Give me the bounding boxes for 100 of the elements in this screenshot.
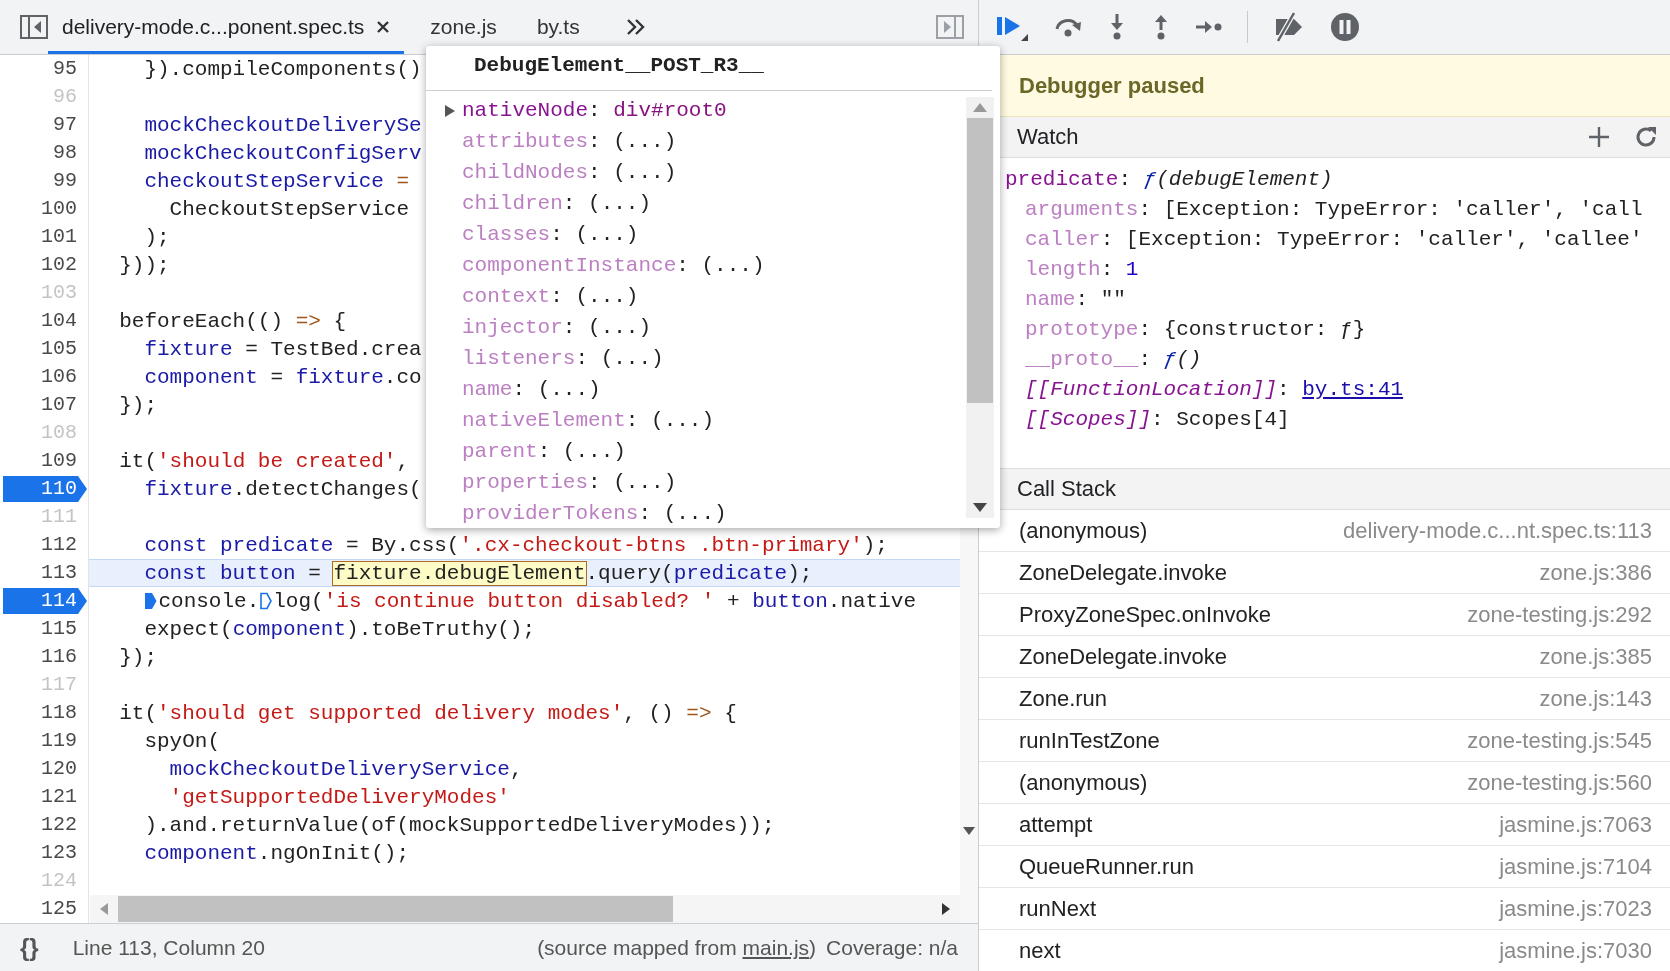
breakpoint-marker-icon[interactable] [260, 592, 273, 610]
watch-entry[interactable]: [[FunctionLocation]]: by.ts:41 [1025, 374, 1404, 404]
line-number: 122 [40, 812, 78, 838]
watch-entry[interactable]: length: 1 [1025, 254, 1139, 284]
more-tabs-icon[interactable] [625, 18, 646, 36]
call-frame[interactable]: (anonymous) zone-testing.js:560 [979, 762, 1670, 804]
add-icon[interactable] [1588, 126, 1610, 148]
watch-entry[interactable]: [[Scopes]]: Scopes[4] [1025, 404, 1290, 434]
code-text: spyOn( [143, 729, 221, 753]
frame-location: jasmine.js:7063 [1499, 811, 1652, 838]
call-frame[interactable]: next jasmine.js:7030 [979, 930, 1670, 971]
line-number: 124 [40, 868, 78, 894]
pause-icon[interactable] [1330, 12, 1360, 42]
function-name: (anonymous) [1019, 517, 1148, 544]
object-property[interactable]: properties: (...) [462, 471, 677, 494]
line-number: 119 [40, 728, 78, 754]
file-tab[interactable]: delivery-mode.c...ponent.spec.ts [48, 0, 405, 54]
watch-entry[interactable]: prototype: {constructor: ƒ} [1025, 314, 1366, 344]
section-title: Watch [1017, 124, 1079, 150]
source-link[interactable]: main.js [742, 935, 810, 959]
object-property[interactable]: context: (...) [462, 285, 639, 308]
watch-entry[interactable]: __proto__: ƒ() [1025, 344, 1202, 374]
code-text: ).and.returnValue(of(mockSupportedDeliveryModes)); [143, 813, 775, 837]
cursor-position: Line 113, Column 20 [72, 935, 265, 960]
call-frame[interactable]: ZoneDelegate.invoke zone.js:386 [979, 552, 1670, 594]
expand-triangle-icon[interactable] [444, 103, 456, 118]
line-number: 103 [40, 280, 78, 306]
object-property[interactable]: name: (...) [462, 378, 601, 401]
function-name: QueueRunner.run [1019, 853, 1194, 880]
line-number: 97 [52, 112, 78, 138]
object-property[interactable]: parent: (...) [462, 440, 626, 463]
line-number: 107 [40, 392, 78, 418]
watch-entry[interactable]: name: "" [1025, 284, 1126, 314]
frame-location: zone.js:143 [1539, 685, 1652, 712]
function-name: attempt [1019, 811, 1093, 838]
scrollbar-thumb[interactable] [118, 896, 673, 922]
object-property[interactable]: classes: (...) [462, 223, 639, 246]
line-number: 113 [40, 560, 78, 586]
pretty-print-button[interactable]: {} [20, 933, 39, 962]
object-property[interactable]: providerTokens: (...) [462, 502, 727, 525]
watch-entry[interactable]: predicate: ƒ(debugElement) [1005, 164, 1333, 194]
watch-entry[interactable]: caller: [Exception: TypeError: 'caller', 'callee' [1025, 224, 1643, 254]
call-frame[interactable]: Zone.run zone.js:143 [979, 678, 1670, 720]
scroll-left-icon[interactable] [100, 903, 108, 915]
line-number: 96 [52, 84, 78, 110]
line-number: 95 [52, 56, 78, 82]
line-number: 116 [40, 644, 78, 670]
close-icon[interactable] [376, 20, 391, 34]
code-text: const predicate = By.css('.cx-checkout-btns .btn-primary'); [143, 533, 888, 557]
call-frame[interactable]: runInTestZone zone-testing.js:545 [979, 720, 1670, 762]
code-text: mockCheckoutConfigServ [143, 141, 422, 165]
scroll-down-icon[interactable] [973, 503, 987, 512]
code-text: it('should be created', [118, 449, 410, 473]
object-property[interactable]: attributes: (...) [462, 130, 677, 153]
line-number: 114 [3, 588, 87, 614]
line-number: 106 [40, 364, 78, 390]
call-frame[interactable]: attempt jasmine.js:7063 [979, 804, 1670, 846]
frame-location: zone-testing.js:560 [1467, 769, 1652, 796]
scroll-right-icon[interactable] [942, 903, 950, 915]
code-text: checkoutStepService = [143, 169, 410, 193]
line-number: 117 [40, 672, 78, 698]
code-text: })); [118, 253, 170, 277]
function-name: (anonymous) [1019, 769, 1148, 796]
refresh-icon[interactable] [1634, 125, 1658, 149]
call-frame[interactable]: QueueRunner.run jasmine.js:7104 [979, 846, 1670, 888]
object-property[interactable]: nativeElement: (...) [462, 409, 715, 432]
call-frame[interactable]: runNext jasmine.js:7023 [979, 888, 1670, 930]
code-text: it('should get supported delivery modes', () => { [118, 701, 737, 725]
line-number: 110 [3, 476, 87, 502]
scrollbar-thumb[interactable] [967, 118, 993, 403]
object-property[interactable]: childNodes: (...) [462, 161, 677, 184]
object-property[interactable]: children: (...) [462, 192, 652, 215]
frame-location: jasmine.js:7030 [1499, 937, 1652, 964]
object-property[interactable]: componentInstance: (...) [462, 254, 765, 277]
function-name: next [1019, 937, 1061, 964]
line-number: 108 [40, 420, 78, 446]
call-frame[interactable]: ZoneDelegate.invoke zone.js:385 [979, 636, 1670, 678]
frame-location: zone.js:386 [1539, 559, 1652, 586]
object-property[interactable]: listeners: (...) [462, 347, 664, 370]
object-property[interactable]: nativeNode: div#root0 [462, 99, 727, 122]
line-number: 115 [40, 616, 78, 642]
object-property[interactable]: injector: (...) [462, 316, 652, 339]
line-number: 123 [40, 840, 78, 866]
horizontal-scrollbar[interactable] [90, 895, 960, 923]
source-link[interactable]: by.ts:41 [1302, 377, 1404, 401]
popover-scrollbar[interactable] [966, 97, 994, 518]
sidebar-toggle-icon[interactable] [20, 15, 48, 39]
line-number: 118 [40, 700, 78, 726]
line-number: 111 [40, 504, 78, 530]
watch-entry[interactable]: arguments: [Exception: TypeError: 'caller', 'call [1025, 194, 1643, 224]
call-frame[interactable]: ProxyZoneSpec.onInvoke zone-testing.js:292 [979, 594, 1670, 636]
line-number: 102 [40, 252, 78, 278]
panel-toggle-icon[interactable] [936, 15, 964, 39]
frame-location: zone-testing.js:545 [1467, 727, 1652, 754]
line-number: 98 [52, 140, 78, 166]
breakpoint-marker-icon[interactable] [145, 592, 158, 610]
scroll-down-icon[interactable] [963, 827, 975, 835]
frame-location: jasmine.js:7104 [1499, 853, 1652, 880]
section-title: Call Stack [1017, 476, 1117, 502]
popover-title: DebugElement__POST_R3__ [426, 46, 992, 91]
